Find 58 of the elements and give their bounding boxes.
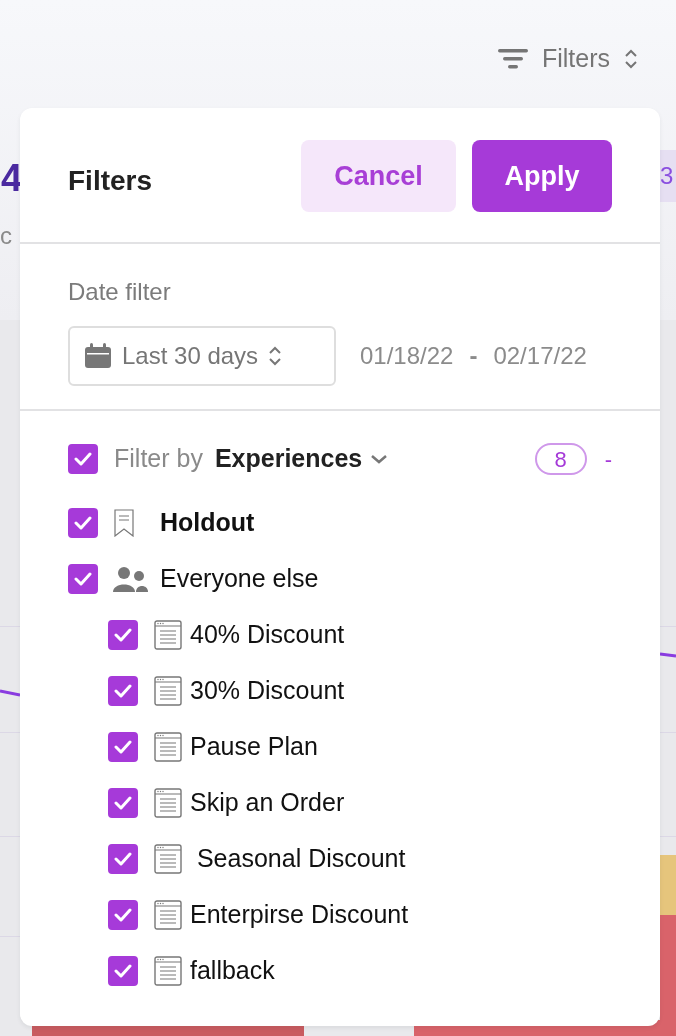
check-icon xyxy=(114,684,132,698)
item-label: Pause Plan xyxy=(190,731,318,763)
check-icon xyxy=(74,516,92,530)
checkbox[interactable] xyxy=(108,900,138,930)
filter-label: Filter by xyxy=(114,443,203,475)
checkbox[interactable] xyxy=(68,508,98,538)
checkbox[interactable] xyxy=(108,956,138,986)
check-icon xyxy=(114,796,132,810)
checkbox[interactable] xyxy=(108,620,138,650)
item-label: Skip an Order xyxy=(190,787,345,819)
checkbox[interactable] xyxy=(68,564,98,594)
document-icon xyxy=(154,676,182,706)
check-icon xyxy=(114,852,132,866)
date-separator: - xyxy=(469,341,478,371)
document-icon xyxy=(154,788,182,818)
bookmark-icon xyxy=(112,509,136,537)
document-icon xyxy=(154,844,182,874)
updown-chevron-icon xyxy=(268,345,283,367)
checkbox[interactable] xyxy=(108,732,138,762)
check-icon xyxy=(74,572,92,586)
collapse-button[interactable]: - xyxy=(604,442,612,476)
document-icon xyxy=(154,956,182,986)
count-badge: 8 xyxy=(534,443,587,475)
document-icon xyxy=(154,900,182,930)
document-icon xyxy=(154,620,182,650)
checkbox[interactable] xyxy=(108,844,138,874)
item-label: 30% Discount xyxy=(190,675,345,707)
filter-icon xyxy=(497,46,528,71)
item-label: Everyone else xyxy=(160,563,319,595)
date-range-select[interactable]: Last 30 days xyxy=(68,326,336,386)
document-icon xyxy=(154,732,182,762)
metric-caption: c xyxy=(0,221,12,251)
check-icon xyxy=(114,740,132,754)
checkbox[interactable] xyxy=(108,788,138,818)
panel-title: Filters xyxy=(68,164,153,198)
start-date: 01/18/22 xyxy=(360,341,454,371)
item-label: Enterpirse Discount xyxy=(190,899,409,931)
check-icon xyxy=(114,908,132,922)
chevron-down-icon xyxy=(370,453,389,465)
filters-button[interactable]: Filters xyxy=(497,40,638,78)
check-icon xyxy=(74,452,92,466)
check-icon xyxy=(114,628,132,642)
checkbox[interactable] xyxy=(108,676,138,706)
cancel-button[interactable]: Cancel xyxy=(301,140,456,212)
item-label: Holdout xyxy=(160,507,255,539)
checkbox[interactable] xyxy=(68,444,98,474)
metric-value: 4 xyxy=(1,156,23,201)
people-icon xyxy=(112,565,148,593)
updown-chevron-icon xyxy=(624,47,638,70)
apply-button[interactable]: Apply xyxy=(472,140,612,212)
item-label: fallback xyxy=(190,955,275,987)
end-date: 02/17/22 xyxy=(493,341,587,371)
item-label: Seasonal Discount xyxy=(195,843,406,875)
item-label: 40% Discount xyxy=(190,619,345,651)
check-icon xyxy=(114,964,132,978)
section-label: Date filter xyxy=(68,277,172,307)
dimension-dropdown[interactable]: Experiences xyxy=(214,440,389,478)
calendar-icon xyxy=(84,343,112,369)
